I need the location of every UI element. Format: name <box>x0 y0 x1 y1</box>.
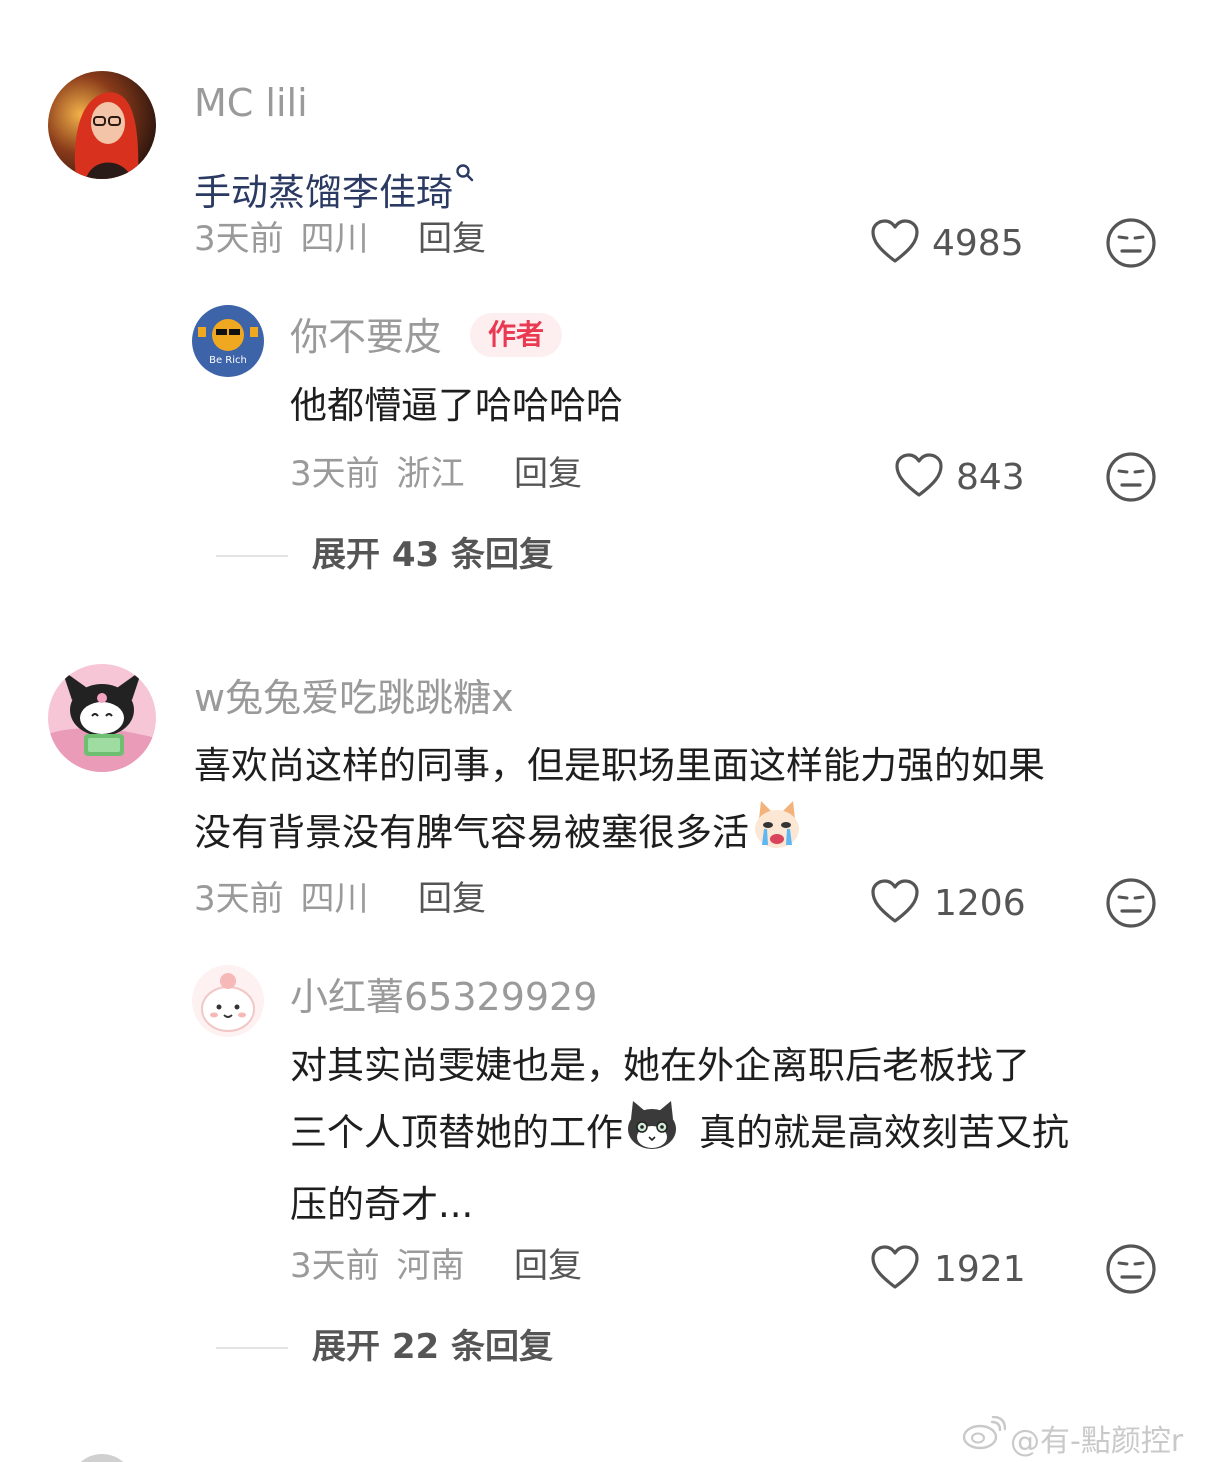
reply-time: 3天前 <box>290 454 380 494</box>
weibo-logo-icon <box>962 1416 1006 1450</box>
avatar-text: Be Rich <box>209 355 247 366</box>
meh-face-icon[interactable] <box>1105 217 1157 269</box>
reply-meta: 3天前 河南 <box>290 1249 464 1283</box>
like-button[interactable]: 4985 <box>870 218 1040 268</box>
avatar[interactable] <box>48 664 156 772</box>
like-count: 843 <box>956 457 1025 498</box>
like-count: 4985 <box>932 223 1024 264</box>
crying-dog-emoji-icon <box>751 799 803 872</box>
like-button[interactable]: 1921 <box>870 1244 1040 1294</box>
reply-button[interactable]: 回复 <box>418 882 486 916</box>
reply-username[interactable]: 小红薯65329929 <box>290 978 597 1016</box>
comment-meta: 3天前 四川 <box>194 222 368 256</box>
heart-outline-icon <box>871 1245 919 1289</box>
like-count: 1206 <box>934 883 1026 924</box>
reply-button[interactable]: 回复 <box>418 222 486 256</box>
cat-emoji-icon <box>625 1099 679 1172</box>
like-button[interactable]: 1206 <box>870 878 1040 928</box>
reply-meta: 3天前 浙江 <box>290 457 464 491</box>
next-comment-avatar[interactable] <box>70 1454 134 1462</box>
heart-outline-icon <box>895 453 943 497</box>
comment-username[interactable]: w兔兔爱吃跳跳糖x <box>194 679 514 717</box>
reply-text: 对其实尚雯婕也是，她在外企离职后老板找了 三个人顶替她的工作 真的就是高效刻苦又… <box>290 1033 1069 1238</box>
comment-region: 四川 <box>300 879 369 919</box>
watermark-text: @有-點颜控r <box>1010 1424 1184 1459</box>
avatar[interactable]: Be Rich <box>192 305 264 377</box>
reply-text: 他都懵逼了哈哈哈哈 <box>290 384 623 427</box>
comment-time: 3天前 <box>194 219 284 259</box>
expand-replies-button[interactable]: 展开 43 条回复 <box>312 538 553 572</box>
heart-outline-icon <box>871 879 919 923</box>
search-icon[interactable] <box>455 138 475 204</box>
heart-outline-icon <box>871 219 919 263</box>
avatar[interactable] <box>48 71 156 179</box>
divider <box>216 1347 288 1349</box>
comment-search-link[interactable]: 手动蒸馏李佳琦 <box>194 171 453 214</box>
reply-button[interactable]: 回复 <box>514 1249 582 1283</box>
author-badge: 作者 <box>470 313 563 357</box>
reply-time: 3天前 <box>290 1246 380 1286</box>
reply-text-line: 三个人顶替她的工作 真的就是高效刻苦又抗 <box>290 1099 1069 1172</box>
reply-text-line: 对其实尚雯婕也是，她在外企离职后老板找了 <box>290 1044 1030 1087</box>
comment-username[interactable]: MC lili <box>194 84 308 122</box>
meh-face-icon[interactable] <box>1105 451 1157 503</box>
like-count: 1921 <box>934 1249 1026 1290</box>
meh-face-icon[interactable] <box>1105 877 1157 929</box>
divider <box>216 555 288 557</box>
comment-text-line: 喜欢尚这样的同事，但是职场里面这样能力强的如果 <box>194 744 1045 787</box>
avatar[interactable] <box>192 965 264 1037</box>
reply-text-line: 压的奇才... <box>290 1183 474 1226</box>
reply-username[interactable]: 你不要皮 <box>290 318 442 356</box>
reply-region: 河南 <box>396 1246 465 1286</box>
comment-text[interactable]: 手动蒸馏李佳琦 <box>194 138 475 226</box>
reply-region: 浙江 <box>396 454 465 494</box>
like-button[interactable]: 843 <box>894 452 1044 502</box>
comment-text: 喜欢尚这样的同事，但是职场里面这样能力强的如果 没有背景没有脾气容易被塞很多活 <box>194 733 1045 872</box>
comment-time: 3天前 <box>194 879 284 919</box>
comment-region: 四川 <box>300 219 369 259</box>
reply-button[interactable]: 回复 <box>514 457 582 491</box>
expand-replies-button[interactable]: 展开 22 条回复 <box>312 1330 553 1364</box>
comment-text-line: 没有背景没有脾气容易被塞很多活 <box>194 799 1045 872</box>
comment-meta: 3天前 四川 <box>194 882 368 916</box>
meh-face-icon[interactable] <box>1105 1243 1157 1295</box>
